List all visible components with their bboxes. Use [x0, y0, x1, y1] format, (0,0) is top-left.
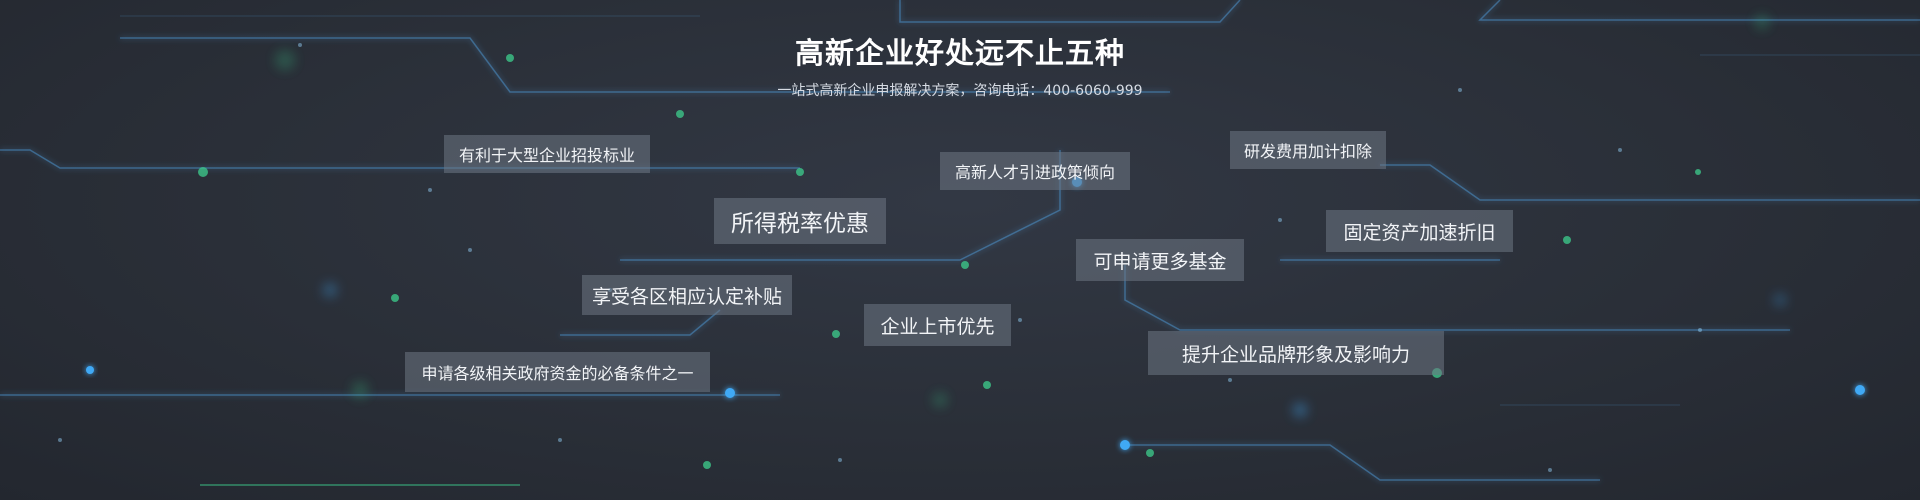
benefit-tag-tax-rate: 所得税率优惠: [714, 198, 886, 244]
benefit-tag-brand-image: 提升企业品牌形象及影响力: [1148, 331, 1444, 375]
banner-title: 高新企业好处远不止五种: [794, 36, 1125, 70]
circuit-background: [0, 0, 1920, 486]
benefit-tag-government-funding: 申请各级相关政府资金的必备条件之一: [405, 352, 710, 392]
benefit-tag-listing-priority: 企业上市优先: [864, 304, 1011, 346]
benefit-tag-asset-depreciation: 固定资产加速折旧: [1326, 210, 1513, 252]
benefit-tag-talent-policy: 高新人才引进政策倾向: [940, 152, 1130, 190]
hero-banner: 高新企业好处远不止五种 一站式高新企业申报解决方案，咨询电话：400-6060-…: [0, 0, 1920, 500]
benefit-tag-more-funds: 可申请更多基金: [1076, 239, 1244, 281]
benefit-tag-district-subsidy: 享受各区相应认定补贴: [582, 275, 792, 315]
banner-subtitle: 一站式高新企业申报解决方案，咨询电话：400-6060-999: [777, 83, 1143, 99]
benefit-tag-bidding: 有利于大型企业招投标业: [444, 135, 650, 173]
benefit-tag-rd-deduction: 研发费用加计扣除: [1230, 131, 1386, 169]
